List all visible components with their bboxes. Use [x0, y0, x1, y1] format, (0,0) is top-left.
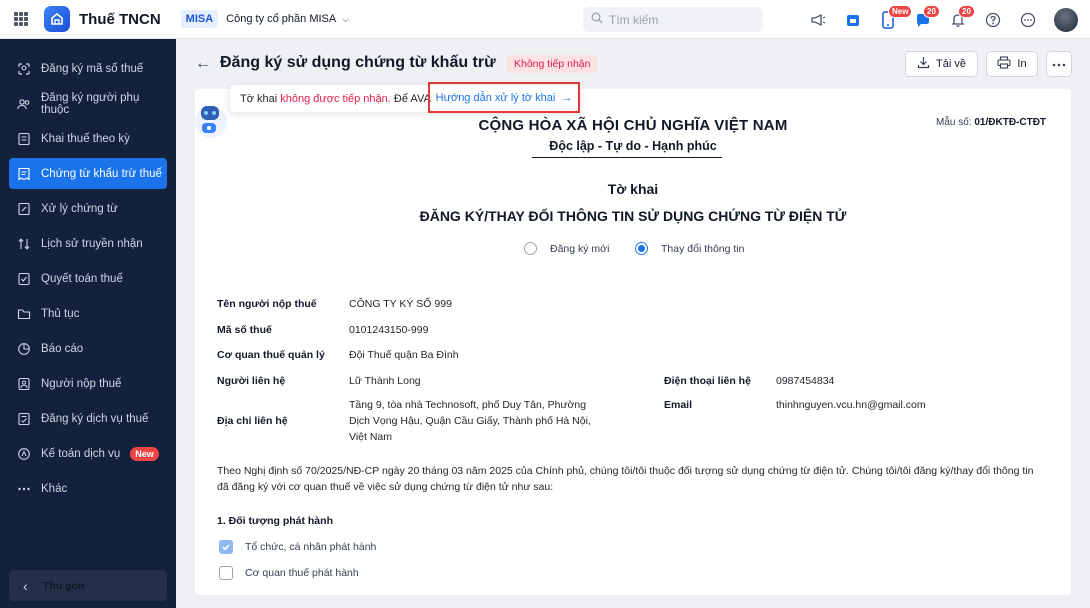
notice-highlight: không được tiếp nhận.	[280, 92, 391, 105]
app-logo[interactable]	[44, 6, 70, 32]
document-icon	[17, 132, 31, 146]
sidebar-item-quyet-toan-thue[interactable]: Quyết toán thuế	[9, 263, 167, 294]
settlement-icon	[17, 272, 31, 286]
more-icon	[17, 482, 31, 496]
address-line-2: Dịch Vọng Hậu, Quận Cầu Giấy, Thành phố …	[349, 415, 591, 427]
back-arrow-icon[interactable]: ←	[195, 55, 211, 73]
sidebar: Đăng ký mã số thuế Đăng ký người phụ thu…	[0, 39, 176, 608]
user-search-icon	[17, 62, 31, 76]
sidebar-item-khac[interactable]: Khác	[9, 473, 167, 504]
sidebar-item-khai-thue-theo-ky[interactable]: Khai thuế theo kỳ	[9, 123, 167, 154]
print-button[interactable]: In	[986, 51, 1038, 77]
chat-icon[interactable]: 20	[905, 0, 940, 39]
checkbox-org-issuer[interactable]: Tổ chức, cá nhân phát hành	[219, 540, 376, 554]
new-badge: New	[130, 446, 159, 461]
top-icon-bar: New 20 20	[800, 0, 1080, 39]
company-selector[interactable]: Công ty cổ phần MISA	[226, 13, 336, 25]
sidebar-item-dang-ky-nguoi-phu-thuoc[interactable]: Đăng ký người phụ thuộc	[9, 88, 167, 119]
sidebar-item-thu-tuc[interactable]: Thủ tục	[9, 298, 167, 329]
edit-doc-icon	[17, 202, 31, 216]
chevron-left-icon: ‹	[23, 577, 28, 594]
megaphone-icon[interactable]	[800, 0, 835, 39]
phone-value: 0987454834	[776, 375, 835, 387]
more-options-icon[interactable]	[1010, 0, 1045, 39]
arrow-right-icon: →	[561, 91, 573, 104]
legal-paragraph: Theo Nghị định số 70/2025/NĐ-CP ngày 20 …	[217, 465, 1034, 493]
checkbox-tax-office-issuer[interactable]: Cơ quan thuế phát hành	[219, 566, 359, 580]
radio-button-selected[interactable]	[635, 242, 648, 255]
address-line-3: Việt Nam	[349, 431, 392, 443]
form-subtitle: ĐĂNG KÝ/THAY ĐỔI THÔNG TIN SỬ DỤNG CHỨNG…	[419, 208, 847, 224]
sidebar-item-chung-tu-khau-tru-thue[interactable]: Chứng từ khấu trừ thuế	[9, 158, 167, 189]
apps-grid-icon[interactable]	[14, 12, 28, 26]
download-icon	[917, 56, 930, 72]
download-button[interactable]: Tải về	[905, 51, 978, 77]
user-avatar[interactable]	[1054, 8, 1078, 32]
phone-label: Điện thoại liên hệ	[664, 375, 751, 387]
search-box[interactable]	[583, 7, 763, 32]
help-icon[interactable]	[975, 0, 1010, 39]
status-badge: Không tiếp nhận	[507, 55, 598, 73]
bell-icon[interactable]: 20	[940, 0, 975, 39]
page-title: Đăng ký sử dụng chứng từ khấu trừ	[220, 54, 496, 71]
address-label: Địa chỉ liên hệ	[217, 415, 288, 427]
notification-count-badge: 20	[958, 5, 975, 18]
collapse-sidebar-button[interactable]: ‹ Thu gọn	[9, 570, 167, 601]
receipt-icon	[17, 167, 31, 181]
sidebar-item-lich-su-truyen-nhan[interactable]: Lịch sử truyền nhận	[9, 228, 167, 259]
sidebar-item-dang-ky-ma-so-thue[interactable]: Đăng ký mã số thuế	[9, 53, 167, 84]
section-title: 1. Đối tượng phát hành	[217, 515, 333, 527]
transfer-icon	[17, 237, 31, 251]
app-title: Thuế TNCN	[79, 10, 161, 28]
motto: Độc lập - Tự do - Hạnh phúc	[549, 139, 717, 153]
shop-icon[interactable]	[835, 0, 870, 39]
address-line-1: Tầng 9, tòa nhà Technosoft, phố Duy Tân,…	[349, 399, 587, 411]
sidebar-item-ke-toan-dich-vu[interactable]: Kế toán dịch vụ New	[9, 438, 167, 469]
tax-office-label: Cơ quan thuế quản lý	[217, 349, 325, 361]
email-label: Email	[664, 399, 693, 411]
checkbox-unchecked[interactable]	[219, 566, 233, 580]
sidebar-item-xu-ly-chung-tu[interactable]: Xử lý chứng từ	[9, 193, 167, 224]
mobile-app-icon[interactable]: New	[870, 0, 913, 39]
users-icon	[17, 97, 31, 111]
sidebar-item-bao-cao[interactable]: Báo cáo	[9, 333, 167, 364]
taxpayer-name-label: Tên người nộp thuế	[217, 298, 317, 310]
tax-code-value: 0101243150-999	[349, 324, 429, 336]
search-input[interactable]	[609, 12, 749, 27]
taxpayer-icon	[17, 377, 31, 391]
radio-register-new[interactable]: Đăng ký mới	[524, 242, 609, 255]
motto-underline	[532, 157, 722, 158]
tax-office-value: Đội Thuế quận Ba Đình	[349, 349, 459, 361]
accounting-icon	[17, 447, 31, 461]
taxpayer-name-value: CÔNG TY KÝ SỐ 999	[349, 298, 452, 310]
radio-change-info[interactable]: Thay đổi thông tin	[635, 242, 744, 255]
form-title: Tờ khai	[607, 181, 659, 197]
radio-button[interactable]	[524, 242, 537, 255]
email-value: thinhnguyen.vcu.hn@gmail.com	[776, 399, 926, 411]
more-actions-button[interactable]	[1046, 51, 1072, 77]
search-icon	[591, 12, 603, 27]
contact-value: Lữ Thành Long	[349, 375, 421, 387]
folder-icon	[17, 307, 31, 321]
more-horizontal-icon	[1052, 58, 1066, 70]
sidebar-item-nguoi-nop-thue[interactable]: Người nộp thuế	[9, 368, 167, 399]
sidebar-item-dang-ky-dich-vu-thue[interactable]: Đăng ký dịch vụ thuế	[9, 403, 167, 434]
chevron-down-icon[interactable]: ⌵	[342, 14, 349, 25]
contact-label: Người liên hệ	[217, 375, 286, 387]
nation-heading: CỘNG HÒA XÃ HỘI CHỦ NGHĨA VIỆT NAM	[478, 117, 788, 134]
printer-icon	[997, 56, 1011, 72]
tax-code-label: Mã số thuế	[217, 324, 272, 336]
checkbox-checked[interactable]	[219, 540, 233, 554]
guide-link[interactable]: Hướng dẫn xử lý tờ khai →	[428, 82, 580, 113]
pie-chart-icon	[17, 342, 31, 356]
chat-count-badge: 20	[923, 5, 940, 18]
service-icon	[17, 412, 31, 426]
org-badge: MISA	[180, 10, 219, 28]
